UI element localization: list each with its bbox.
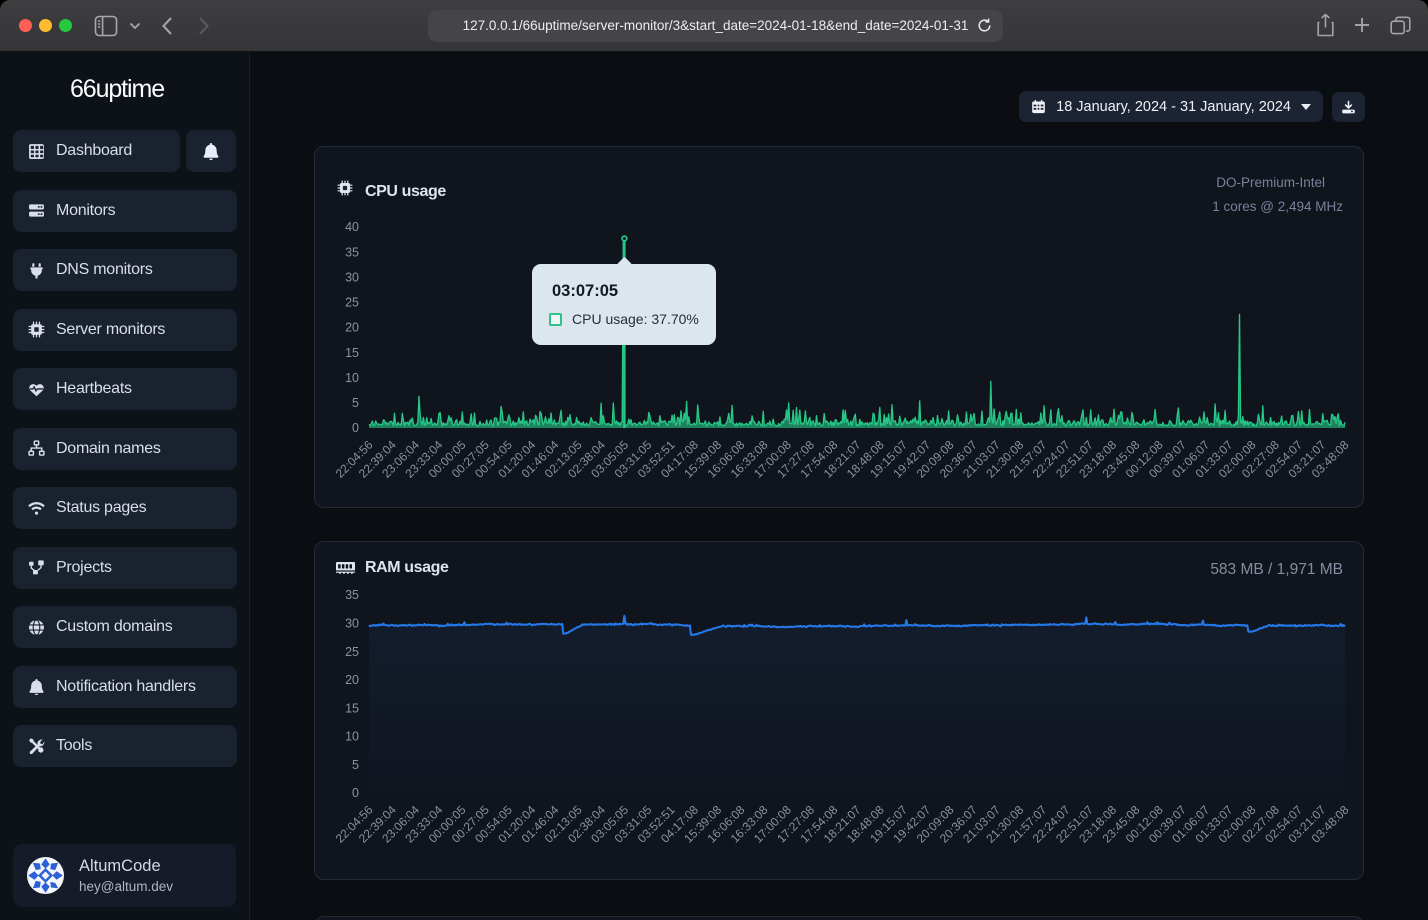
svg-text:0: 0 [352,786,359,800]
svg-text:5: 5 [352,396,359,410]
svg-text:20: 20 [345,673,359,687]
svg-text:35: 35 [345,245,359,259]
svg-text:25: 25 [345,645,359,659]
svg-text:15: 15 [345,346,359,360]
svg-text:25: 25 [345,296,359,310]
svg-text:35: 35 [345,588,359,602]
svg-text:20: 20 [345,321,359,335]
svg-text:10: 10 [345,371,359,385]
svg-text:5: 5 [352,758,359,772]
svg-text:10: 10 [345,730,359,744]
svg-text:0: 0 [352,421,359,435]
svg-text:30: 30 [345,617,359,631]
svg-text:40: 40 [345,220,359,234]
svg-text:15: 15 [345,701,359,715]
svg-text:30: 30 [345,270,359,284]
